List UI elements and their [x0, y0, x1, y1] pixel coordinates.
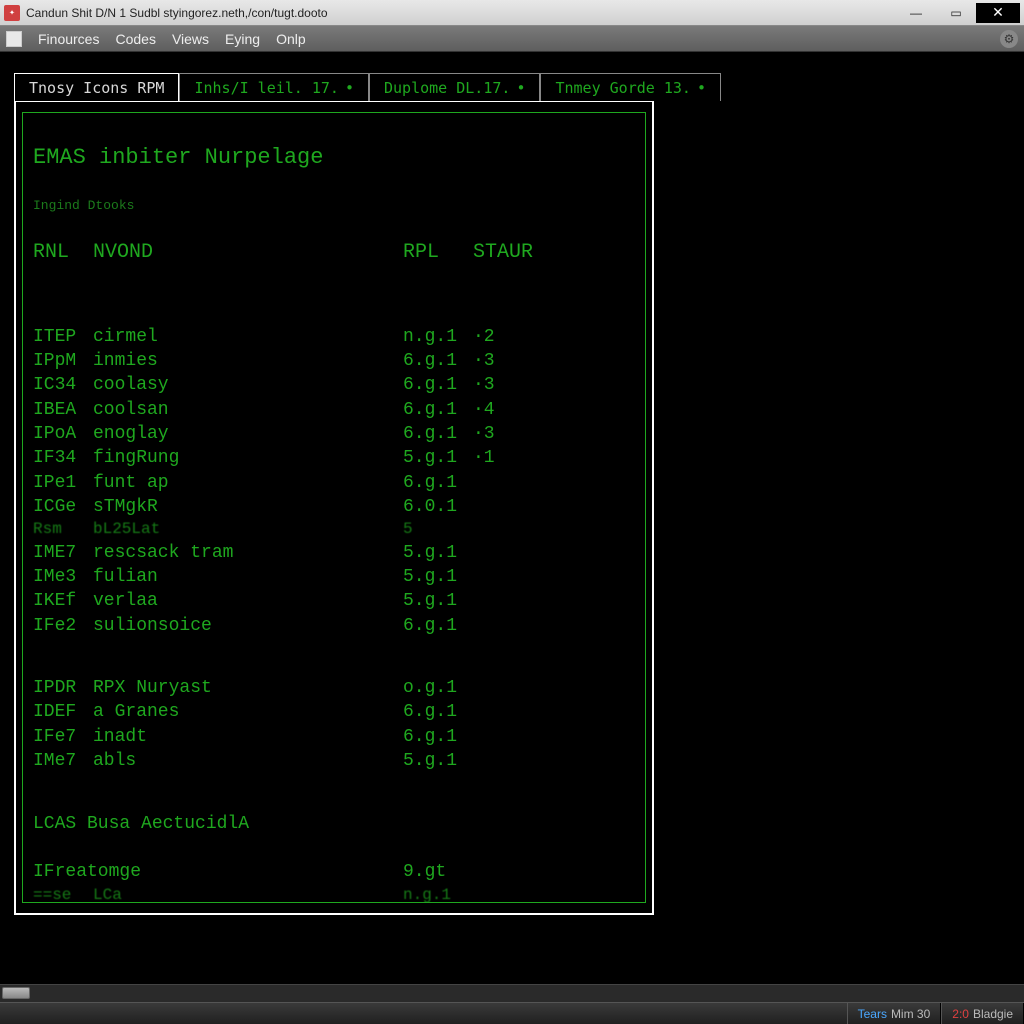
- tab-row: Tnosy Icons RPM Inhs/I leil. 17.• Duplom…: [14, 72, 1010, 100]
- terminal-output[interactable]: EMAS inbiter Nurpelage Ingind Dtooks RNL…: [22, 112, 646, 903]
- window-title: Candun Shit D/N 1 Sudbl styingorez.neth,…: [26, 6, 896, 20]
- menubar: Finources Codes Views Eying Onlp ⚙: [0, 26, 1024, 52]
- tab-4[interactable]: Tnmey Gorde 13.•: [540, 73, 721, 101]
- table-row: IFe2sulionsoice6.g.1: [33, 614, 635, 638]
- app-icon: ✦: [4, 5, 20, 21]
- panel-subtitle: Ingind Dtooks: [33, 197, 635, 215]
- table-row: ITEPcirmeln.g.1·2: [33, 325, 635, 349]
- table-row: IC34coolasy6.g.1·3: [33, 373, 635, 397]
- section-header: LCAS Busa AectucidlA: [33, 812, 635, 836]
- window-controls: — ▭ ✕: [896, 3, 1020, 23]
- menu-codes[interactable]: Codes: [107, 29, 163, 49]
- menu-onlp[interactable]: Onlp: [268, 29, 314, 49]
- table-row: IBEAcoolsan6.g.1·4: [33, 398, 635, 422]
- gear-icon[interactable]: ⚙: [1000, 30, 1018, 48]
- column-headers: RNLNVONDRPLSTAUR: [33, 239, 635, 266]
- statusbar: Tears Mim 30 2:0 Bladgie: [0, 1002, 1024, 1024]
- table-row: IMe3fulian5.g.1: [33, 565, 635, 589]
- table-row: IDEFa Granes6.g.1: [33, 700, 635, 724]
- horizontal-scrollbar[interactable]: [0, 984, 1024, 1002]
- tab-2[interactable]: Inhs/I leil. 17.•: [179, 73, 369, 101]
- table-row: IFe7inadt6.g.1: [33, 725, 635, 749]
- table-row: IPe1funt ap6.g.1: [33, 471, 635, 495]
- table-row: IPoAenoglay6.g.1·3: [33, 422, 635, 446]
- table-row: IF34fingRung5.g.1·1: [33, 446, 635, 470]
- menu-eying[interactable]: Eying: [217, 29, 268, 49]
- table-row: IFreatomge9.gt: [33, 860, 635, 884]
- titlebar: ✦ Candun Shit D/N 1 Sudbl styingorez.net…: [0, 0, 1024, 26]
- scrollbar-thumb[interactable]: [2, 987, 30, 999]
- document-icon[interactable]: [6, 31, 22, 47]
- terminal-area: Tnosy Icons RPM Inhs/I leil. 17.• Duplom…: [0, 52, 1024, 1002]
- minimize-button[interactable]: —: [896, 3, 936, 23]
- table-row: IPpMinmies6.g.1·3: [33, 349, 635, 373]
- content-panel: EMAS inbiter Nurpelage Ingind Dtooks RNL…: [14, 100, 654, 915]
- table-row: ICGesTMgkR6.0.1: [33, 495, 635, 519]
- status-segment-1: Tears Mim 30: [847, 1003, 942, 1024]
- table-row: IMe7abls5.g.1: [33, 749, 635, 773]
- status-segment-2: 2:0 Bladgie: [941, 1003, 1024, 1024]
- table-row: ==seLCan.g.1: [33, 885, 635, 903]
- table-row: IKEfverlaa5.g.1: [33, 589, 635, 613]
- menu-views[interactable]: Views: [164, 29, 217, 49]
- tab-3[interactable]: Duplome DL.17.•: [369, 73, 540, 101]
- table-row: IPDRRPX Nuryasto.g.1: [33, 676, 635, 700]
- table-row: RsmbL25Lat5: [33, 519, 635, 541]
- close-button[interactable]: ✕: [976, 3, 1020, 23]
- table-row: IME7rescsack tram5.g.1: [33, 541, 635, 565]
- tab-1[interactable]: Tnosy Icons RPM: [14, 73, 179, 101]
- maximize-button[interactable]: ▭: [936, 3, 976, 23]
- panel-title: EMAS inbiter Nurpelage: [33, 143, 635, 173]
- menu-finources[interactable]: Finources: [30, 29, 107, 49]
